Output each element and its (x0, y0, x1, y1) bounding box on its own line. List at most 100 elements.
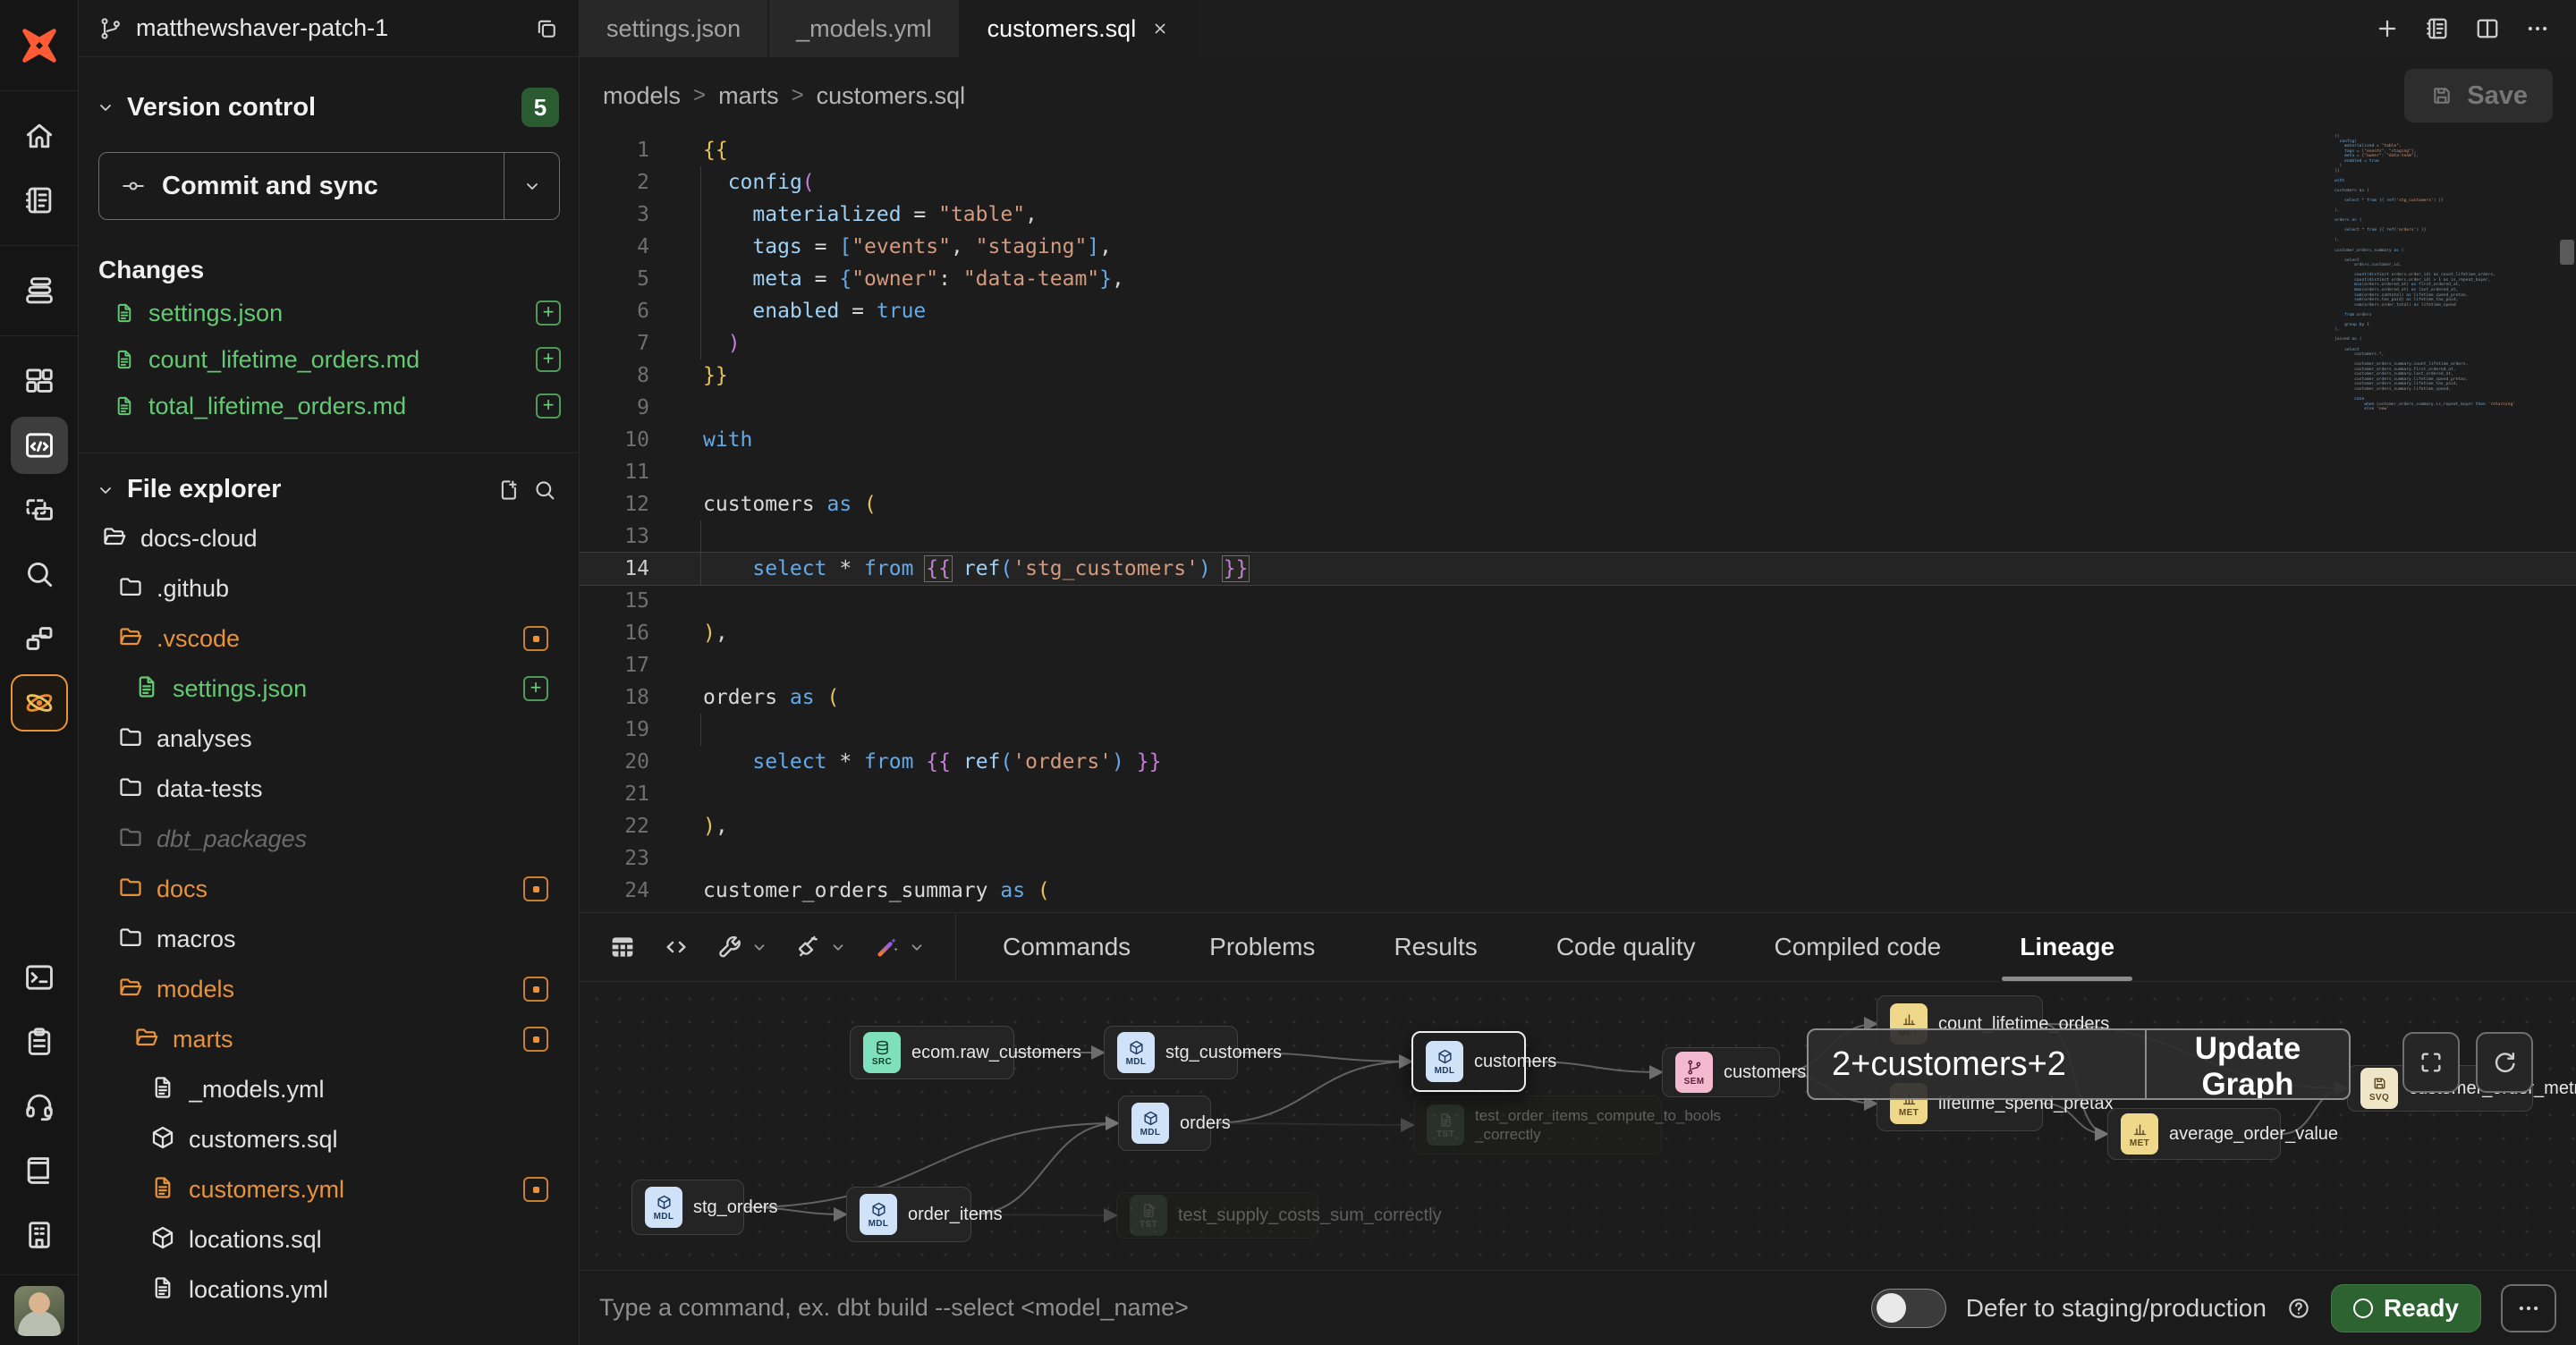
tree-item-macros[interactable]: macros (79, 914, 579, 964)
chevron-down-icon[interactable] (907, 937, 927, 957)
lineage-node-order_items[interactable]: MDLorder_items (846, 1187, 971, 1242)
modified-badge[interactable] (523, 626, 548, 651)
code-line-1[interactable]: 1{{ (580, 134, 2576, 166)
changed-file-row[interactable]: count_lifetime_orders.md (79, 336, 579, 383)
modified-badge[interactable] (523, 876, 548, 901)
tree-item-marts[interactable]: marts (79, 1014, 579, 1064)
copy-branch-icon[interactable] (534, 16, 559, 41)
code-line-18[interactable]: 18orders as ( (580, 681, 2576, 714)
tree-item-dbt_packages[interactable]: dbt_packages (79, 814, 579, 864)
fullscreen-button[interactable] (2402, 1032, 2460, 1093)
tab-settings.json[interactable]: settings.json (580, 0, 769, 57)
sidebar-item-frame[interactable] (11, 481, 68, 538)
sidebar-item-search[interactable] (11, 546, 68, 603)
defer-toggle[interactable] (1871, 1289, 1946, 1328)
stage-file-button[interactable] (536, 393, 561, 419)
tree-item-docs-cloud[interactable]: docs-cloud (79, 513, 579, 563)
lineage-node-stg_customers[interactable]: MDLstg_customers (1104, 1026, 1238, 1079)
chevron-down-icon[interactable] (750, 937, 769, 957)
split-editor-icon[interactable] (2474, 15, 2501, 42)
tree-item-.vscode[interactable]: .vscode (79, 613, 579, 664)
search-files-icon[interactable] (532, 478, 557, 503)
tree-item-settings.json[interactable]: settings.json (79, 664, 579, 714)
commit-options-dropdown[interactable] (504, 153, 559, 219)
code-line-12[interactable]: 12customers as ( (580, 488, 2576, 520)
code-line-19[interactable]: 19 (580, 714, 2576, 746)
refresh-graph-button[interactable] (2476, 1032, 2533, 1093)
tree-item-docs[interactable]: docs (79, 864, 579, 914)
lineage-node-raw_customers[interactable]: SRCecom.raw_customers (850, 1026, 1014, 1079)
format-button[interactable] (785, 926, 857, 969)
code-line-2[interactable]: 2 config( (580, 166, 2576, 199)
code-editor[interactable]: 1{{2 config(3 materialized = "table",4 t… (580, 134, 2576, 912)
sidebar-item-notebook[interactable] (11, 172, 68, 229)
changed-file-row[interactable]: total_lifetime_orders.md (79, 383, 579, 429)
commit-and-sync-button[interactable]: Commit and sync (98, 152, 560, 220)
code-line-8[interactable]: 8}} (580, 360, 2576, 392)
stage-file-button[interactable] (536, 347, 561, 372)
file-explorer-header[interactable]: File explorer (79, 453, 579, 513)
chevron-down-icon[interactable] (95, 97, 116, 118)
changed-file-row[interactable]: settings.json (79, 290, 579, 336)
panel-tab-problems[interactable]: Problems (1170, 913, 1354, 981)
panel-tab-compiled-code[interactable]: Compiled code (1734, 913, 1980, 981)
tree-item-locations.sql[interactable]: locations.sql (79, 1214, 579, 1265)
tree-item-analyses[interactable]: analyses (79, 714, 579, 764)
tree-item-.github[interactable]: .github (79, 563, 579, 613)
lineage-node-test_order_items[interactable]: TSTtest_order_items_compute_to_bools _co… (1413, 1095, 1662, 1155)
code-line-14[interactable]: 14 select * from {{ ref('stg_customers')… (580, 553, 2576, 585)
save-button[interactable]: Save (2404, 69, 2553, 123)
more-options-icon[interactable] (2524, 15, 2551, 42)
sidebar-item-flow[interactable] (11, 610, 68, 667)
modified-badge[interactable] (523, 977, 548, 1002)
code-line-5[interactable]: 5 meta = {"owner": "data-team"}, (580, 263, 2576, 295)
tree-item-models[interactable]: models (79, 964, 579, 1014)
build-button[interactable] (707, 926, 778, 969)
version-control-header[interactable]: Version control 5 (79, 57, 579, 127)
code-line-17[interactable]: 17 (580, 649, 2576, 681)
code-line-7[interactable]: 7 ) (580, 327, 2576, 360)
minimap[interactable]: {{ config( materialized = "table", tags … (2334, 134, 2547, 411)
help-icon[interactable] (2286, 1296, 2311, 1321)
lineage-node-orders[interactable]: MDLorders (1118, 1095, 1211, 1151)
sidebar-item-atom[interactable] (11, 674, 68, 732)
panel-tab-lineage[interactable]: Lineage (1980, 913, 2154, 981)
tab-_models.yml[interactable]: _models.yml (769, 0, 961, 57)
code-line-22[interactable]: 22), (580, 810, 2576, 842)
lineage-node-customers_sem[interactable]: SEMcustomers (1662, 1047, 1780, 1097)
modified-badge[interactable] (523, 1177, 548, 1202)
sidebar-item-stack[interactable] (11, 262, 68, 319)
sidebar-item-code-editor[interactable] (11, 417, 68, 474)
new-file-icon[interactable] (496, 478, 521, 503)
tab-customers.sql[interactable]: customers.sql (961, 0, 1199, 57)
command-input[interactable]: Type a command, ex. dbt build --select <… (599, 1294, 1871, 1322)
ai-fix-button[interactable] (864, 926, 936, 969)
more-actions-button[interactable] (2501, 1284, 2556, 1332)
lineage-node-customers_mdl[interactable]: MDLcustomers (1411, 1031, 1526, 1092)
tree-item-data-tests[interactable]: data-tests (79, 764, 579, 814)
new-tab-icon[interactable] (2374, 15, 2401, 42)
sidebar-item-clipboard[interactable] (11, 1013, 68, 1070)
sidebar-item-building[interactable] (11, 1206, 68, 1264)
preview-table-button[interactable] (599, 926, 646, 969)
dbt-logo[interactable] (0, 0, 79, 91)
close-icon[interactable] (1150, 19, 1170, 38)
added-badge[interactable] (523, 676, 548, 701)
update-graph-button[interactable]: Update Graph (2147, 1030, 2349, 1098)
code-line-9[interactable]: 9 (580, 392, 2576, 424)
compile-code-button[interactable] (653, 926, 699, 969)
code-line-3[interactable]: 3 materialized = "table", (580, 199, 2576, 231)
code-line-15[interactable]: 15 (580, 585, 2576, 617)
code-line-23[interactable]: 23 (580, 842, 2576, 875)
code-line-16[interactable]: 16), (580, 617, 2576, 649)
sidebar-item-headset[interactable] (11, 1078, 68, 1135)
lineage-node-average_order_value[interactable]: METaverage_order_value (2107, 1108, 2281, 1160)
status-badge[interactable]: Ready (2331, 1284, 2481, 1332)
tree-item-_models.yml[interactable]: _models.yml (79, 1064, 579, 1114)
code-line-13[interactable]: 13 (580, 520, 2576, 553)
branch-name[interactable]: matthewshaver-patch-1 (136, 14, 521, 42)
panel-tab-results[interactable]: Results (1354, 913, 1516, 981)
chevron-down-icon[interactable] (95, 479, 116, 501)
code-line-20[interactable]: 20 select * from {{ ref('orders') }} (580, 746, 2576, 778)
notebook-icon[interactable] (2424, 15, 2451, 42)
